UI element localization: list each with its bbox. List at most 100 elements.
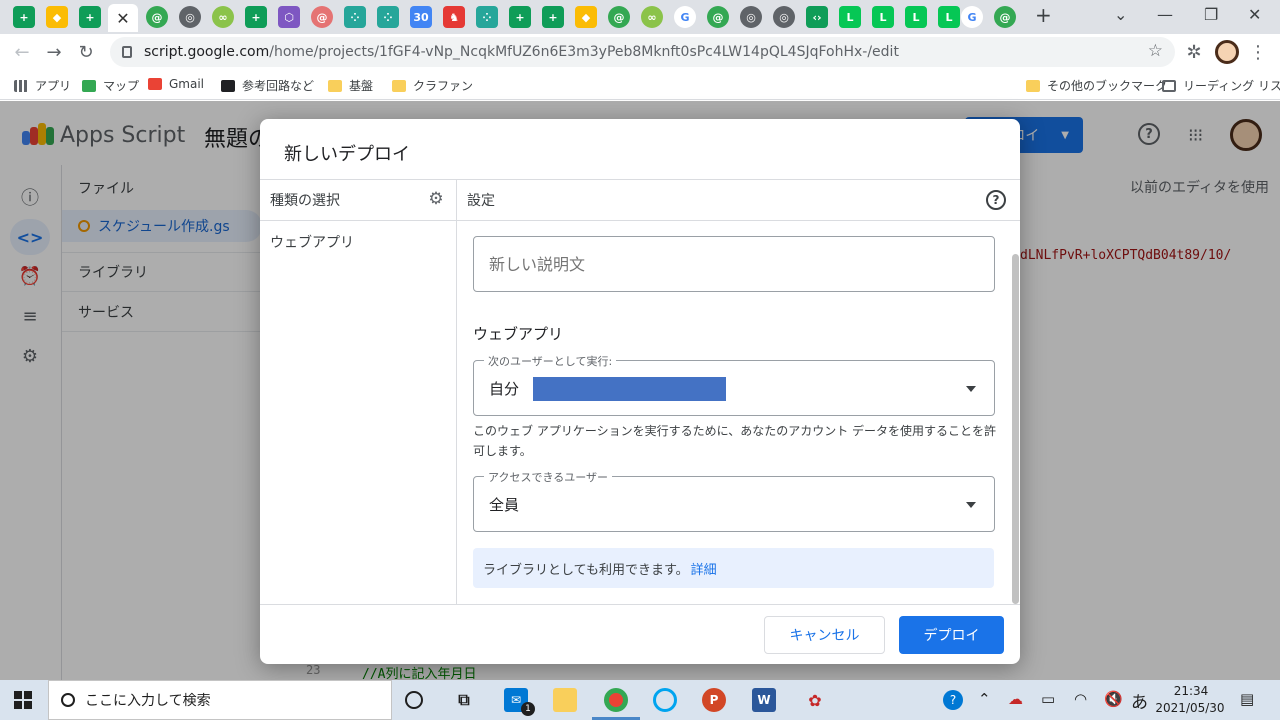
bookmark-crowdfunding-label: クラファン bbox=[413, 79, 474, 93]
clock-time[interactable]: 21:34 bbox=[1166, 684, 1216, 698]
tab-search-icon[interactable]: ⌄ bbox=[1114, 5, 1127, 24]
bookmark-apps[interactable]: アプリ bbox=[14, 77, 71, 94]
tab-link[interactable]: ∞ bbox=[212, 6, 234, 28]
dialog-title: 新しいデプロイ bbox=[284, 144, 410, 165]
tab-apps-script-2[interactable]: ◆ bbox=[575, 6, 597, 28]
dropdown-arrow-icon bbox=[966, 386, 976, 392]
tab-line-4[interactable]: L bbox=[938, 6, 960, 28]
file-explorer-icon[interactable] bbox=[553, 688, 577, 712]
folder-icon bbox=[328, 79, 342, 92]
volume-muted-icon[interactable]: 🔇 bbox=[1104, 690, 1123, 708]
tab-dots-2[interactable]: ⁘ bbox=[377, 6, 399, 28]
tab-red[interactable]: ♞ bbox=[443, 6, 465, 28]
windows-start-icon[interactable] bbox=[14, 691, 32, 709]
tab-line-3[interactable]: L bbox=[905, 6, 927, 28]
details-link[interactable]: 詳細 bbox=[691, 559, 717, 578]
help-icon[interactable]: ? bbox=[986, 190, 1006, 210]
bookmark-reading-list[interactable]: リーディング リスト bbox=[1162, 77, 1280, 94]
tab-hex[interactable]: ⬡ bbox=[278, 6, 300, 28]
browser-menu-icon[interactable]: ⋮ bbox=[1246, 40, 1270, 64]
bookmark-kiban-label: 基盤 bbox=[349, 79, 374, 93]
notifications-icon[interactable]: ▤ bbox=[1240, 690, 1254, 708]
reload-icon[interactable]: ↻ bbox=[74, 40, 98, 64]
divider bbox=[260, 604, 1020, 605]
execute-as-select[interactable]: 次のユーザーとして実行: 自分 bbox=[473, 353, 995, 416]
tab-google-2[interactable]: G bbox=[961, 6, 983, 28]
browser-toolbar: ← → ↻ script.google.com/home/projects/1f… bbox=[0, 34, 1280, 70]
tab-sheets-4[interactable]: + bbox=[509, 6, 531, 28]
tab-green-circle[interactable]: @ bbox=[146, 6, 168, 28]
tab-code[interactable]: ‹› bbox=[806, 6, 828, 28]
tab-sheets[interactable]: + bbox=[13, 6, 35, 28]
back-icon[interactable]: ← bbox=[10, 40, 34, 64]
new-tab-icon[interactable]: + bbox=[1035, 3, 1052, 27]
tab-green-circle-4[interactable]: @ bbox=[994, 6, 1016, 28]
task-view-icon[interactable]: ⧉ bbox=[452, 688, 476, 712]
redacted-email bbox=[533, 377, 726, 401]
execute-as-note: このウェブ アプリケーションを実行するために、あなたのアカウント データを使用す… bbox=[473, 424, 997, 458]
chrome-icon[interactable] bbox=[604, 688, 628, 712]
bookmark-kiban[interactable]: 基盤 bbox=[328, 77, 373, 94]
bookmark-maps-label: マップ bbox=[103, 79, 140, 93]
description-input[interactable] bbox=[473, 236, 995, 292]
extensions-icon[interactable]: ✲ bbox=[1182, 40, 1206, 64]
tab-spiral[interactable]: @ bbox=[311, 6, 333, 28]
word-icon[interactable]: W bbox=[752, 688, 776, 712]
ime-indicator[interactable]: あ bbox=[1131, 688, 1148, 713]
powerpoint-icon[interactable]: P bbox=[702, 688, 726, 712]
lock-icon bbox=[122, 46, 132, 58]
tab-link-2[interactable]: ∞ bbox=[641, 6, 663, 28]
battery-icon[interactable]: ▭ bbox=[1041, 690, 1055, 708]
cancel-button[interactable]: キャンセル bbox=[764, 616, 885, 654]
tab-sheets-3[interactable]: + bbox=[245, 6, 267, 28]
tab-dots-3[interactable]: ⁘ bbox=[476, 6, 498, 28]
app-icon[interactable]: ✿ bbox=[803, 688, 827, 712]
onedrive-icon[interactable]: ☁ bbox=[1008, 690, 1023, 708]
bookmark-other[interactable]: その他のブックマーク bbox=[1026, 77, 1167, 94]
profile-avatar[interactable] bbox=[1215, 40, 1239, 64]
tab-globe[interactable]: ◎ bbox=[179, 6, 201, 28]
taskbar-search-placeholder: ここに入力して検索 bbox=[85, 693, 211, 709]
tab-sheets-5[interactable]: + bbox=[542, 6, 564, 28]
deploy-button[interactable]: デプロイ bbox=[899, 616, 1004, 654]
tab-line-2[interactable]: L bbox=[872, 6, 894, 28]
windows-taskbar: ここに入力して検索 ⧉ ✉ 1 P W ✿ ? ⌃ ☁ ▭ ◠ 🔇 あ 21:3… bbox=[0, 680, 1280, 720]
access-label: アクセスできるユーザー bbox=[484, 469, 613, 485]
gear-icon[interactable]: ⚙ bbox=[426, 189, 446, 209]
tab-apps-script[interactable]: ◆ bbox=[46, 6, 68, 28]
tab-dots[interactable]: ⁘ bbox=[344, 6, 366, 28]
minimize-icon[interactable]: — bbox=[1157, 5, 1173, 24]
help-icon[interactable]: ? bbox=[943, 690, 963, 710]
tab-green-circle-3[interactable]: @ bbox=[707, 6, 729, 28]
bookmark-route[interactable]: 参考回路など bbox=[221, 77, 314, 94]
alexa-icon[interactable] bbox=[653, 688, 677, 712]
tab-globe-2[interactable]: ◎ bbox=[740, 6, 762, 28]
clock-date[interactable]: 2021/05/30 bbox=[1150, 701, 1230, 715]
tab-calendar[interactable]: 30 bbox=[410, 6, 432, 28]
wifi-icon[interactable]: ◠ bbox=[1074, 690, 1087, 708]
tab-sheets-2[interactable]: + bbox=[79, 6, 101, 28]
access-select[interactable]: アクセスできるユーザー 全員 bbox=[473, 469, 995, 532]
apps-grid-icon bbox=[14, 79, 28, 92]
taskbar-search[interactable]: ここに入力して検索 bbox=[48, 680, 392, 720]
bookmark-crowdfunding[interactable]: クラファン bbox=[392, 77, 473, 94]
type-option-webapp[interactable]: ウェブアプリ bbox=[270, 232, 354, 252]
tab-green-circle-2[interactable]: @ bbox=[608, 6, 630, 28]
bookmark-star-icon[interactable]: ☆ bbox=[1148, 41, 1163, 61]
settings-scrollbar[interactable] bbox=[1012, 254, 1019, 604]
tab-google[interactable]: G bbox=[674, 6, 696, 28]
window-close-icon[interactable]: ✕ bbox=[1248, 5, 1261, 24]
forward-icon[interactable]: → bbox=[42, 40, 66, 64]
cortana-icon[interactable] bbox=[405, 691, 423, 709]
tab-line[interactable]: L bbox=[839, 6, 861, 28]
bookmark-maps[interactable]: マップ bbox=[82, 77, 139, 94]
tab-globe-3[interactable]: ◎ bbox=[773, 6, 795, 28]
search-icon bbox=[61, 693, 75, 707]
bookmark-gmail[interactable]: Gmail bbox=[148, 77, 204, 91]
show-hidden-icons-chevron-icon[interactable]: ⌃ bbox=[978, 690, 991, 708]
bookmark-route-label: 参考回路など bbox=[242, 79, 315, 93]
tab-active-close-icon[interactable]: ✕ bbox=[108, 4, 138, 32]
restore-icon[interactable]: ❐ bbox=[1204, 5, 1218, 24]
folder-icon bbox=[1026, 79, 1040, 92]
address-bar[interactable]: script.google.com/home/projects/1fGF4-vN… bbox=[110, 37, 1175, 67]
